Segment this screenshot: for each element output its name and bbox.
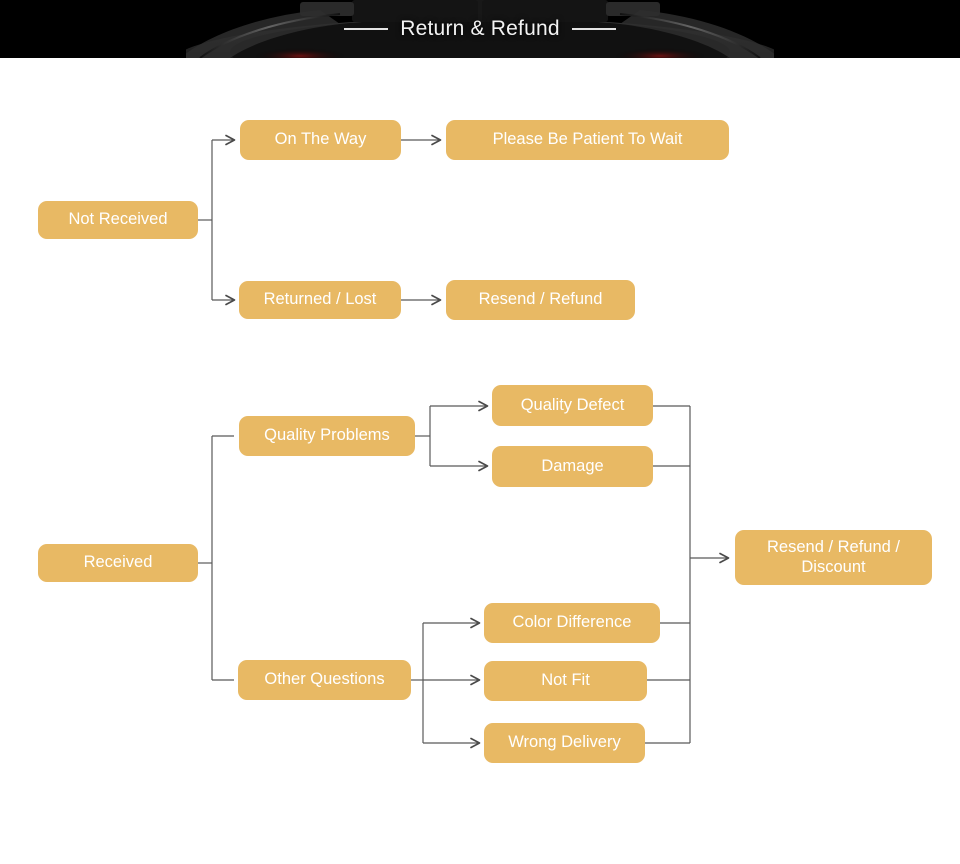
node-returned-lost[interactable]: Returned / Lost	[239, 281, 401, 319]
node-label: Not Received	[68, 210, 168, 229]
page-header-banner: Return & Refund	[0, 0, 960, 58]
return-refund-flowchart: Not Received Received On The Way Please …	[0, 58, 960, 864]
node-other-questions[interactable]: Other Questions	[238, 660, 411, 700]
node-label: Other Questions	[264, 670, 385, 689]
node-label: Color Difference	[512, 613, 632, 632]
node-on-the-way[interactable]: On The Way	[240, 120, 401, 160]
node-resend-refund[interactable]: Resend / Refund	[446, 280, 635, 320]
node-damage[interactable]: Damage	[492, 446, 653, 487]
node-label: Quality Problems	[264, 426, 390, 445]
node-not-received[interactable]: Not Received	[38, 201, 198, 239]
node-label: Resend / Refund / Discount	[767, 538, 900, 576]
node-label: Quality Defect	[520, 395, 625, 414]
node-color-difference[interactable]: Color Difference	[484, 603, 660, 643]
node-label: Returned / Lost	[263, 290, 377, 309]
node-label: Wrong Delivery	[508, 733, 621, 752]
node-wrong-delivery[interactable]: Wrong Delivery	[484, 723, 645, 763]
node-quality-problems[interactable]: Quality Problems	[239, 416, 415, 456]
node-label: Please Be Patient To Wait	[492, 130, 683, 149]
title-right-rule	[571, 28, 616, 30]
page-title: Return & Refund	[400, 17, 560, 40]
node-label: Damage	[541, 456, 604, 475]
title-left-rule	[344, 28, 389, 30]
flowchart-connectors	[198, 134, 730, 749]
node-label: On The Way	[274, 130, 367, 149]
node-quality-defect[interactable]: Quality Defect	[492, 385, 653, 426]
node-label: Received	[83, 553, 153, 572]
banner-title-group: Return & Refund	[0, 0, 960, 58]
node-please-be-patient-to-wait[interactable]: Please Be Patient To Wait	[446, 120, 729, 160]
node-label: Resend / Refund	[478, 290, 603, 309]
node-received[interactable]: Received	[38, 544, 198, 582]
node-label: Not Fit	[541, 671, 590, 690]
node-resend-refund-discount[interactable]: Resend / Refund / Discount	[735, 530, 932, 585]
node-not-fit[interactable]: Not Fit	[484, 661, 647, 701]
